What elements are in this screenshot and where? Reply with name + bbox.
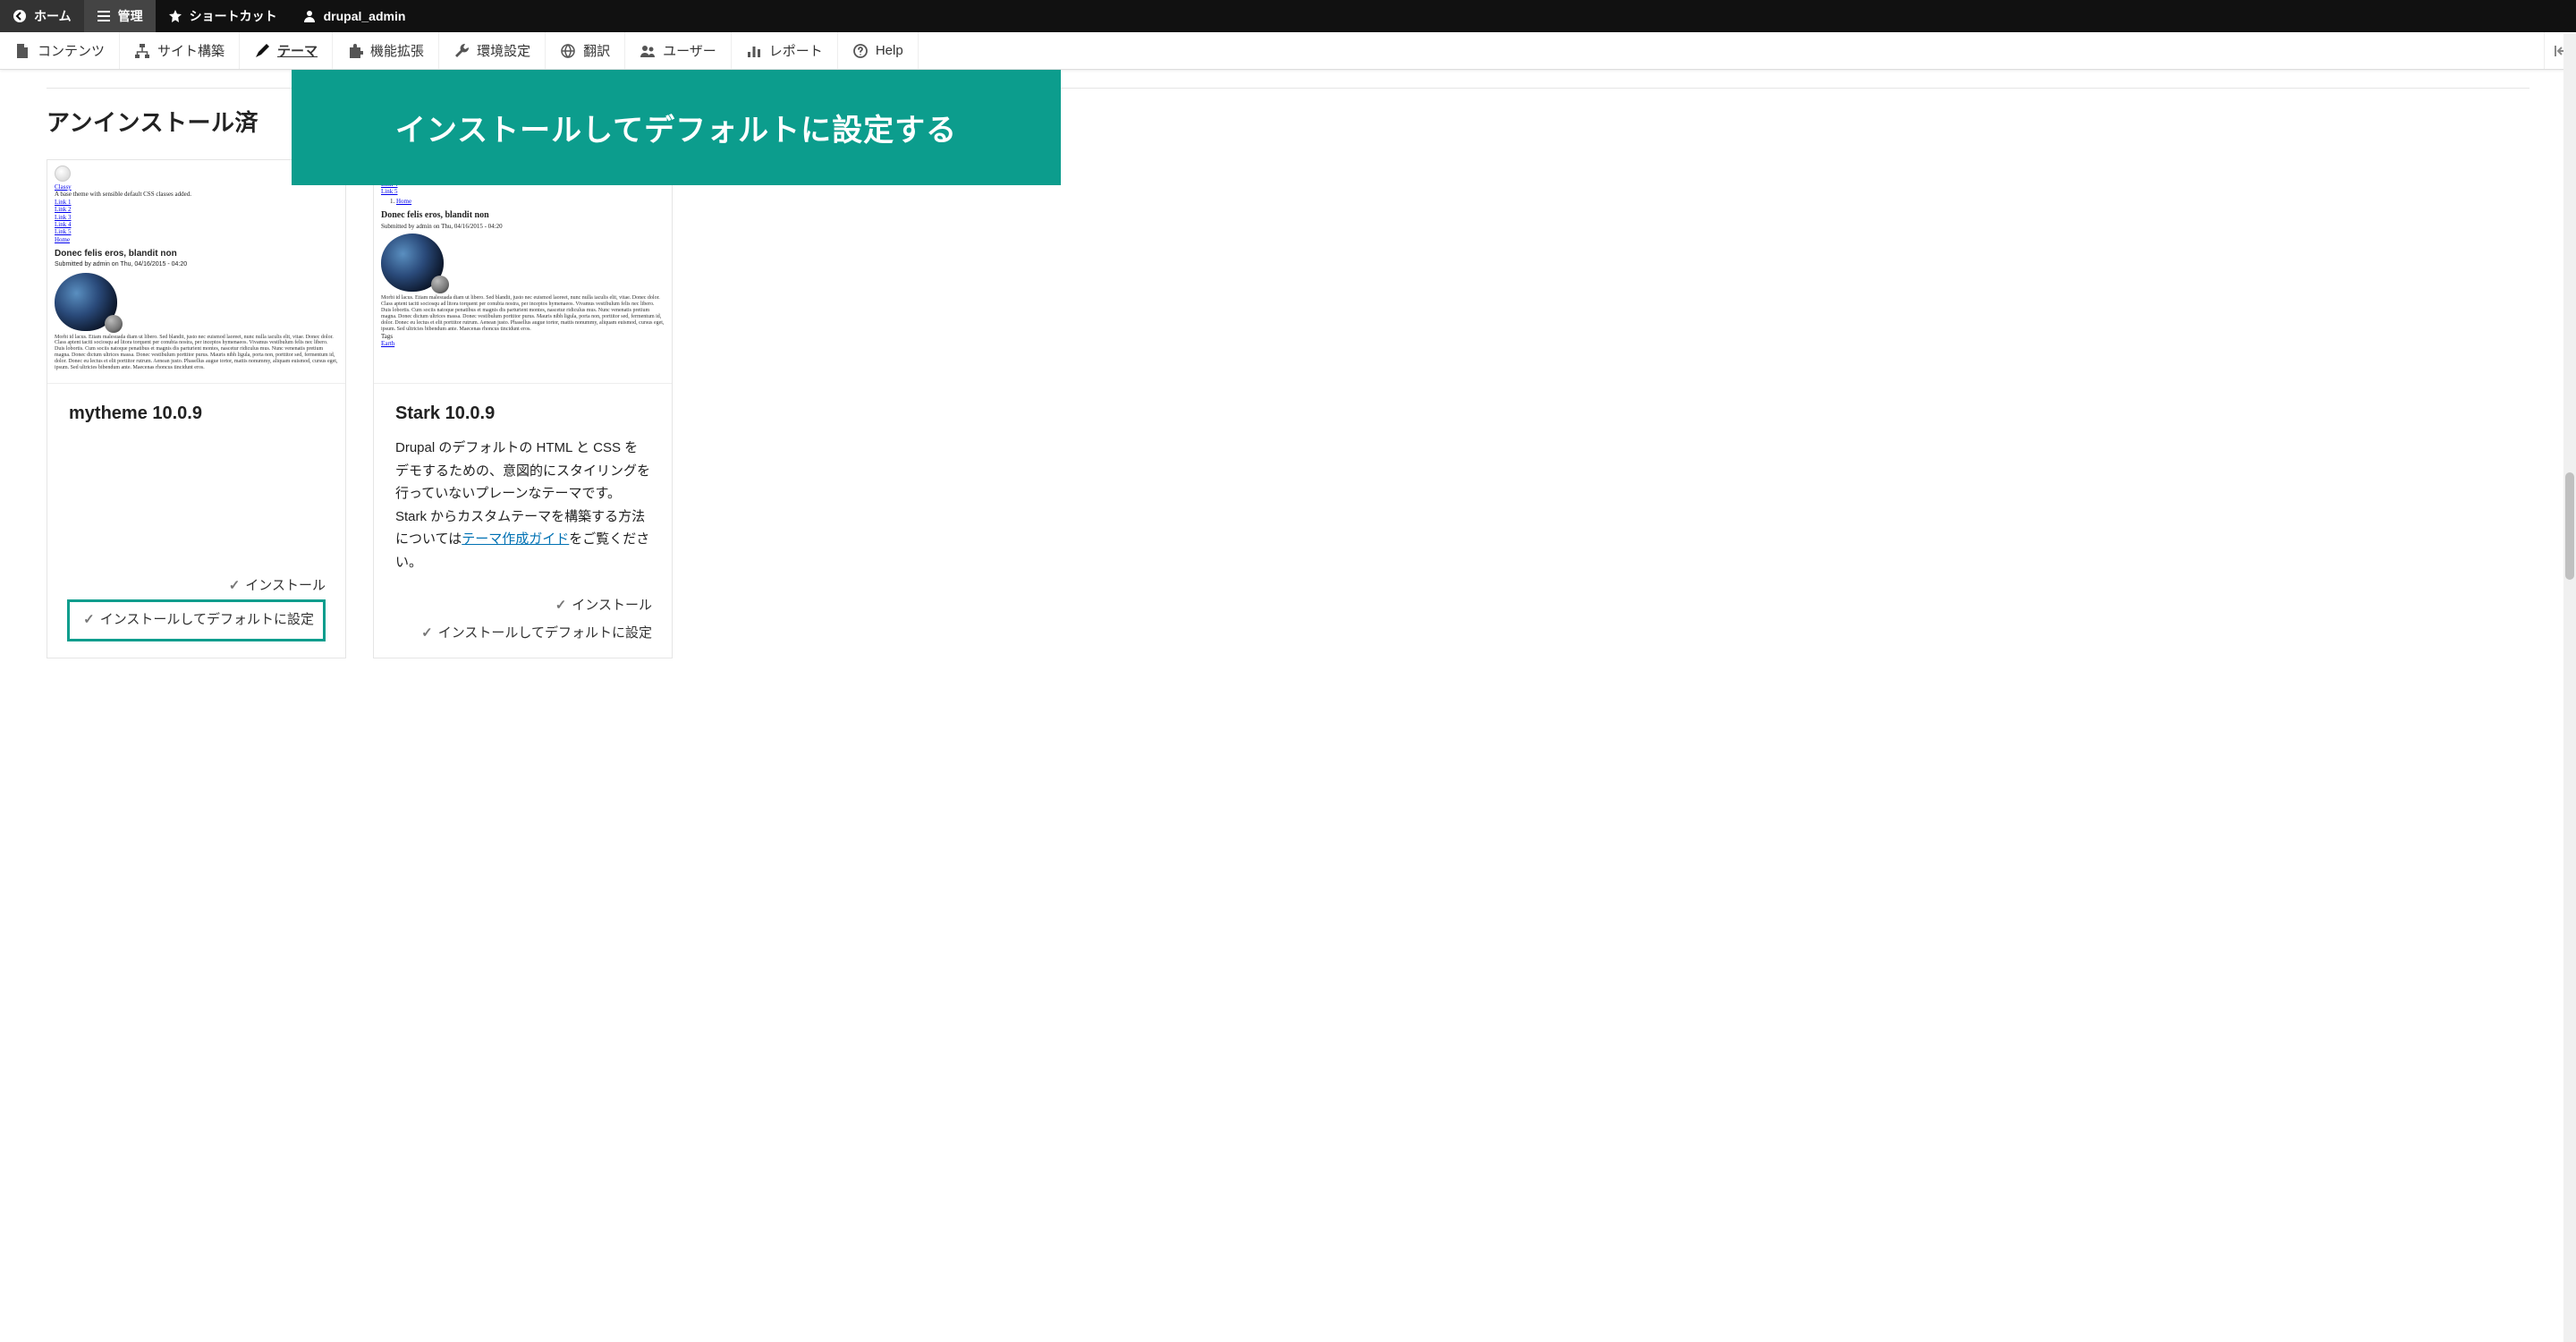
theme-title: Stark 10.0.9 [395,403,650,424]
menu-translate[interactable]: 翻訳 [546,32,625,69]
scrollbar-thumb[interactable] [2565,472,2574,580]
theme-preview: Classy A base theme with sensible defaul… [47,160,345,384]
home-label: ホーム [34,7,72,25]
theme-card: Link 2 Link 3 Link 4 Link 5 1. Home Done… [373,159,673,658]
user-label: drupal_admin [324,9,406,23]
people-icon [640,43,656,59]
shortcuts-toggle[interactable]: ショートカット [156,0,290,32]
theme-actions: ✓インストール ✓インストールしてデフォルトに設定 [374,582,672,658]
scrollbar[interactable] [2563,34,2576,1342]
earth-image-icon [55,273,117,331]
theme-title: mytheme 10.0.9 [69,403,324,424]
theme-guide-link[interactable]: テーマ作成ガイド [462,531,569,547]
highlighted-action: ✓インストールしてデフォルトに設定 [67,599,326,641]
manage-toggle[interactable]: 管理 [84,0,156,32]
admin-menu: コンテンツ サイト構築 テーマ 機能拡張 環境設定 翻訳 ユーザー レポート H… [0,32,2576,70]
user-icon [302,9,317,23]
menu-help[interactable]: Help [838,32,919,69]
install-default-link[interactable]: ✓インストールしてデフォルトに設定 [394,623,652,641]
theme-description: Drupal のデフォルトの HTML と CSS をデモするための、意図的にス… [395,437,650,573]
check-icon: ✓ [229,578,241,593]
help-icon [852,43,869,59]
puzzle-icon [347,43,363,59]
brush-icon [254,43,270,59]
menu-content[interactable]: コンテンツ [0,32,120,69]
structure-icon [134,43,150,59]
hamburger-icon [97,9,111,23]
menu-people[interactable]: ユーザー [625,32,732,69]
install-default-link[interactable]: ✓インストールしてデフォルトに設定 [79,609,314,628]
check-icon: ✓ [421,625,433,641]
preview-theme-desc: A base theme with sensible default CSS c… [55,191,338,198]
theme-preview: Link 2 Link 3 Link 4 Link 5 1. Home Done… [374,160,672,384]
menu-structure[interactable]: サイト構築 [120,32,240,69]
chart-icon [746,43,762,59]
shortcuts-label: ショートカット [190,7,277,25]
theme-actions: ✓インストール ✓インストールしてデフォルトに設定 [47,563,345,658]
menu-appearance[interactable]: テーマ [240,32,333,69]
manage-label: 管理 [118,7,143,25]
star-icon [168,9,182,23]
install-link[interactable]: ✓インストール [67,575,326,594]
earth-image-icon [381,234,444,292]
back-icon [13,9,27,23]
user-menu[interactable]: drupal_admin [290,0,419,32]
annotation-banner: インストールしてデフォルトに設定する [292,70,1061,185]
theme-card: Classy A base theme with sensible defaul… [47,159,346,658]
file-icon [14,43,30,59]
back-to-site[interactable]: ホーム [0,0,84,32]
menu-extend[interactable]: 機能拡張 [333,32,439,69]
check-icon: ✓ [555,598,567,613]
check-icon: ✓ [83,612,95,627]
globe-icon [560,43,576,59]
page-content: インストールしてデフォルトに設定する アンインストール済 Classy A ba… [0,70,2576,712]
toolbar-top: ホーム 管理 ショートカット drupal_admin [0,0,2576,32]
classy-logo-icon [55,166,71,182]
wrench-icon [453,43,470,59]
menu-reports[interactable]: レポート [732,32,838,69]
theme-cards: Classy A base theme with sensible defaul… [47,159,2529,658]
menu-config[interactable]: 環境設定 [439,32,546,69]
install-link[interactable]: ✓インストール [394,595,652,614]
